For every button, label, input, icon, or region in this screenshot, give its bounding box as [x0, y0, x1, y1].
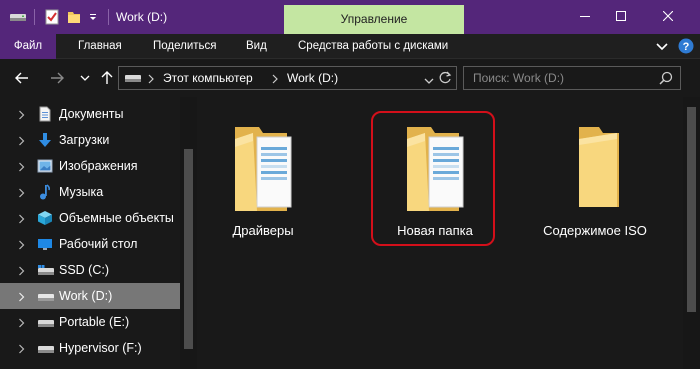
sidebar-item-label: Объемные объекты: [59, 211, 174, 225]
expand-arrow-icon[interactable]: [18, 291, 25, 305]
folder-icon: [535, 119, 655, 215]
title-bar: Work (D:) Управление: [0, 0, 700, 34]
recent-locations-icon[interactable]: [76, 69, 94, 87]
help-icon[interactable]: ?: [678, 38, 694, 57]
address-dropdown-icon[interactable]: [424, 74, 434, 88]
desktop-icon: [37, 236, 53, 252]
3d-objects-icon: [37, 210, 53, 226]
folder-item-drivers[interactable]: Драйверы: [203, 119, 323, 239]
title-separator: [108, 9, 109, 25]
maximize-button[interactable]: [598, 0, 644, 34]
content-scrollbar-thumb[interactable]: [687, 107, 696, 312]
selection-highlight: [371, 111, 495, 246]
drive-app-icon: [9, 9, 27, 26]
search-icon[interactable]: [659, 71, 673, 88]
properties-icon[interactable]: [44, 9, 60, 28]
expand-arrow-icon[interactable]: [18, 109, 25, 123]
folder-item-iso-contents[interactable]: Содержимое ISO: [535, 119, 655, 239]
expand-arrow-icon[interactable]: [18, 161, 25, 175]
sidebar-item-hypervisor-f[interactable]: Hypervisor (F:): [0, 335, 180, 361]
sidebar-item-label: Документы: [59, 107, 124, 121]
expand-arrow-icon[interactable]: [18, 265, 25, 279]
close-icon: [662, 10, 674, 24]
sidebar-item-label: Загрузки: [59, 133, 110, 147]
refresh-icon[interactable]: [438, 71, 452, 88]
breadcrumb-this-pc[interactable]: Этот компьютер: [163, 71, 253, 85]
sidebar-scrollbar-thumb[interactable]: [184, 149, 193, 349]
sidebar-item-portable-e[interactable]: Portable (E:): [0, 309, 180, 335]
breadcrumb-chevron-icon[interactable]: [147, 73, 155, 87]
music-icon: [37, 184, 53, 200]
customize-toolbar-icon[interactable]: [88, 12, 98, 26]
tab-share[interactable]: Поделиться: [153, 34, 217, 59]
close-button[interactable]: [645, 0, 691, 34]
back-icon[interactable]: [13, 69, 31, 87]
expand-arrow-icon[interactable]: [18, 343, 25, 357]
expand-arrow-icon[interactable]: [18, 239, 25, 253]
tab-home[interactable]: Главная: [78, 34, 122, 59]
sidebar-item-3d-objects[interactable]: Объемные объекты: [0, 205, 180, 231]
sidebar-item-desktop[interactable]: Рабочий стол: [0, 231, 180, 257]
sidebar-scrollbar[interactable]: [180, 97, 197, 369]
svg-text:?: ?: [683, 41, 690, 53]
expand-arrow-icon[interactable]: [18, 187, 25, 201]
tab-drive-tools[interactable]: Средства работы с дисками: [298, 34, 448, 59]
sidebar-item-label: Рабочий стол: [59, 237, 138, 251]
sidebar-item-label: Portable (E:): [59, 315, 130, 329]
address-bar[interactable]: Этот компьютер Work (D:): [118, 66, 457, 90]
sidebar-item-label: Work (D:): [59, 289, 113, 303]
tab-view[interactable]: Вид: [246, 34, 267, 59]
sidebar-item-downloads[interactable]: Загрузки: [0, 127, 180, 153]
sidebar-item-pictures[interactable]: Изображения: [0, 153, 180, 179]
sidebar-item-label: Музыка: [59, 185, 104, 199]
sidebar-item-music[interactable]: Музыка: [0, 179, 180, 205]
sidebar-item-work-d[interactable]: Work (D:): [0, 283, 180, 309]
tab-file[interactable]: Файл: [0, 34, 56, 59]
new-folder-icon[interactable]: [66, 9, 82, 28]
window-title: Work (D:): [116, 10, 168, 24]
drive-icon: [37, 340, 54, 356]
expand-arrow-icon[interactable]: [18, 213, 25, 227]
drive-icon: [124, 72, 142, 87]
sidebar-item-label: Hypervisor (F:): [59, 341, 142, 355]
sidebar-item-documents[interactable]: Документы: [0, 101, 180, 127]
tab-manage[interactable]: Управление: [284, 5, 464, 34]
sidebar-item-label: SSD (C:): [59, 263, 109, 277]
toolbar-separator: [34, 9, 35, 25]
expand-arrow-icon[interactable]: [18, 135, 25, 149]
breadcrumb-chevron-icon[interactable]: [271, 73, 279, 87]
folder-with-files-icon: [203, 119, 323, 215]
navigation-pane: Документы Загрузки Изображения Музыка Об…: [0, 97, 180, 369]
forward-icon[interactable]: [48, 69, 66, 87]
downloads-icon: [37, 132, 53, 148]
maximize-icon: [616, 10, 626, 24]
breadcrumb-work-d[interactable]: Work (D:): [287, 71, 338, 85]
minimize-icon: [580, 10, 590, 24]
up-icon[interactable]: [98, 69, 116, 87]
expand-ribbon-icon[interactable]: [656, 41, 668, 55]
search-placeholder: Поиск: Work (D:): [473, 71, 565, 85]
content-scrollbar[interactable]: [683, 97, 700, 369]
ribbon-tabs: Файл Главная Поделиться Вид Средства раб…: [0, 34, 700, 59]
search-input[interactable]: Поиск: Work (D:): [463, 66, 681, 90]
sidebar-item-label: Изображения: [59, 159, 138, 173]
pictures-icon: [37, 158, 53, 174]
folder-item-label: Драйверы: [232, 223, 294, 238]
sidebar-item-ssd-c[interactable]: SSD (C:): [0, 257, 180, 283]
folder-item-label: Содержимое ISO: [543, 223, 647, 238]
drive-icon: [37, 288, 54, 304]
system-drive-icon: [37, 262, 54, 278]
expand-arrow-icon[interactable]: [18, 317, 25, 331]
drive-icon: [37, 314, 54, 330]
documents-icon: [37, 106, 53, 122]
